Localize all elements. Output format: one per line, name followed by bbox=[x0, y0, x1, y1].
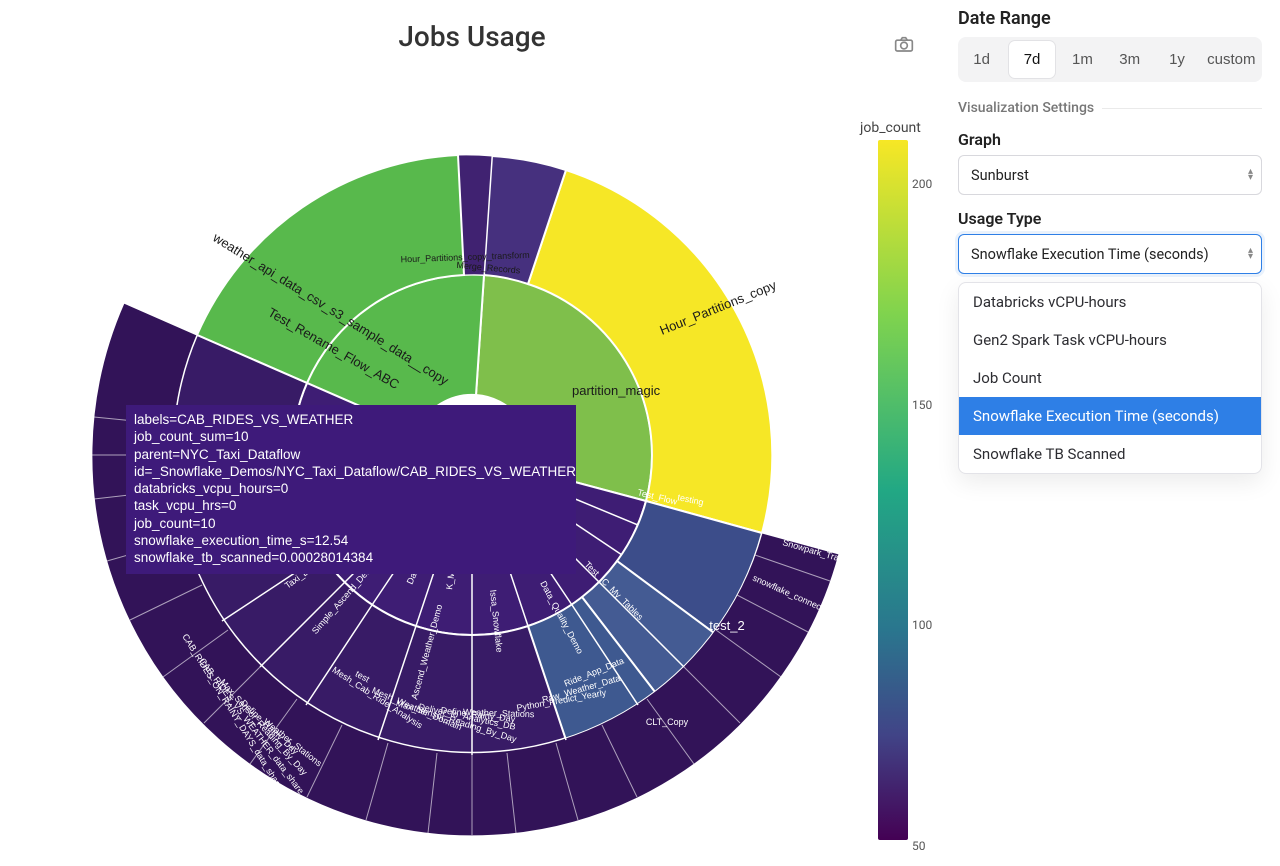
graph-select[interactable]: Sunburst ▴▾ bbox=[958, 155, 1262, 195]
hover-tooltip: labels=CAB_RIDES_VS_WEATHER job_count_su… bbox=[126, 405, 576, 574]
colorbar-gradient bbox=[878, 140, 908, 840]
usage-type-select[interactable]: Snowflake Execution Time (seconds) ▴▾ bbox=[958, 234, 1262, 274]
date-range-group: 1d 7d 1m 3m 1y custom bbox=[958, 37, 1262, 82]
range-1y[interactable]: 1y bbox=[1153, 37, 1200, 82]
usage-type-value: Snowflake Execution Time (seconds) bbox=[971, 246, 1209, 263]
snapshot-icon[interactable] bbox=[894, 36, 914, 52]
usage-option-snowflake-tb[interactable]: Snowflake TB Scanned bbox=[959, 435, 1261, 473]
viz-settings-label: Visualization Settings bbox=[958, 100, 1262, 116]
graph-value: Sunburst bbox=[971, 167, 1029, 184]
usage-option-databricks[interactable]: Databricks vCPU-hours bbox=[959, 283, 1261, 321]
usage-type-dropdown: Databricks vCPU-hours Gen2 Spark Task vC… bbox=[958, 282, 1262, 474]
range-1d[interactable]: 1d bbox=[958, 37, 1005, 82]
range-3m[interactable]: 3m bbox=[1106, 37, 1153, 82]
chart-title: Jobs Usage bbox=[20, 20, 924, 53]
graph-label: Graph bbox=[958, 130, 1262, 149]
chevron-updown-icon: ▴▾ bbox=[1248, 248, 1253, 260]
range-custom[interactable]: custom bbox=[1201, 37, 1262, 82]
colorbar-title: job_count bbox=[860, 120, 921, 136]
settings-sidebar: Date Range 1d 7d 1m 3m 1y custom Visuali… bbox=[944, 0, 1280, 866]
chevron-updown-icon: ▴▾ bbox=[1248, 169, 1253, 181]
chart-panel: Jobs Usage bbox=[0, 0, 944, 866]
colorbar-ticks: 200 150 100 50 bbox=[912, 142, 932, 852]
colorbar: job_count 200 150 100 50 bbox=[878, 120, 914, 840]
usage-option-jobcount[interactable]: Job Count bbox=[959, 359, 1261, 397]
sunburst-chart[interactable]: partition_magic Hour_Partitions_copy Mer… bbox=[82, 65, 862, 845]
usage-option-snowflake-exec[interactable]: Snowflake Execution Time (seconds) bbox=[959, 397, 1261, 435]
usage-type-label: Usage Type bbox=[958, 209, 1262, 228]
range-7d[interactable]: 7d bbox=[1009, 41, 1055, 78]
range-1m[interactable]: 1m bbox=[1059, 37, 1106, 82]
usage-option-gen2[interactable]: Gen2 Spark Task vCPU-hours bbox=[959, 321, 1261, 359]
date-range-label: Date Range bbox=[958, 8, 1262, 29]
